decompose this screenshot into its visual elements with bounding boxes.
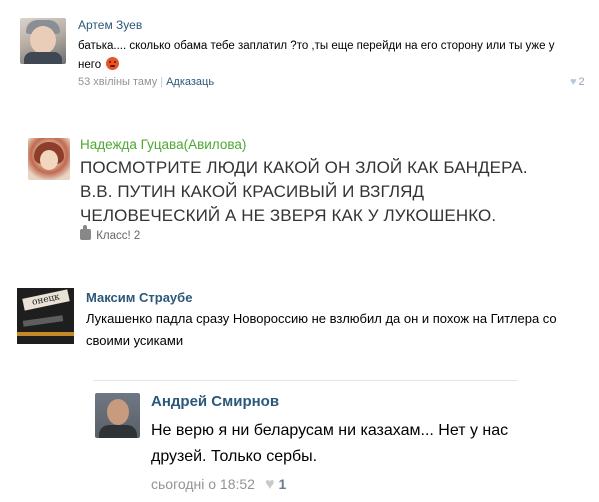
comment-author[interactable]: Артем Зуев xyxy=(78,18,142,32)
class-like-label: Класс! 2 xyxy=(96,230,141,242)
comment-author[interactable]: Надежда Гуцава(Авилова) xyxy=(80,137,246,152)
avatar-body xyxy=(24,52,62,64)
comment-author[interactable]: Максим Страубе xyxy=(86,290,192,305)
comment-time[interactable]: сьогодні о 18:52 xyxy=(151,476,255,492)
comment-meta: 53 хвіліны таму | Адказаць xyxy=(78,76,214,88)
class-like-button[interactable]: Класс! 2 xyxy=(80,225,141,242)
comment-text: батька.... сколько обама тебе заплатил ?… xyxy=(78,37,578,75)
avatar-logo-text: онецк xyxy=(22,289,70,311)
comment-author[interactable]: Андрей Смирнов xyxy=(151,393,279,410)
like-button[interactable]: ♥ 2 xyxy=(570,76,585,88)
comment-text: ПОСМОТРИТЕ ЛЮДИ КАКОЙ ОН ЗЛОЙ КАК БАНДЕР… xyxy=(80,158,528,225)
thumbs-up-icon xyxy=(80,225,91,240)
heart-icon[interactable]: ♥ xyxy=(265,476,275,493)
avatar-andrey[interactable] xyxy=(95,393,140,438)
like-count: 2 xyxy=(578,76,585,88)
heart-icon: ♥ xyxy=(570,76,577,88)
avatar-artem[interactable] xyxy=(20,18,66,64)
divider xyxy=(93,380,518,381)
comment-text: Лукашенко падла сразу Новороссию не взлю… xyxy=(86,311,557,348)
avatar-maksim[interactable]: онецк xyxy=(17,288,74,344)
comment-time[interactable]: 53 хвіліны таму xyxy=(78,76,157,88)
angry-face-icon xyxy=(106,57,120,70)
avatar-face xyxy=(107,399,129,425)
avatar-nadezhda[interactable] xyxy=(28,138,70,180)
reply-link[interactable]: Адказаць xyxy=(166,76,214,88)
rifle-icon xyxy=(22,315,64,327)
comment-text-body: батька.... сколько обама тебе заплатил ?… xyxy=(78,40,555,71)
avatar-face xyxy=(40,150,58,170)
comment-meta: сьогодні о 18:52 ♥ 1 xyxy=(151,476,286,494)
avatar-face xyxy=(30,26,56,54)
comment-text: Не верю я ни беларусам ни казахам... Нет… xyxy=(151,422,509,465)
meta-divider: | xyxy=(160,76,164,88)
ribbon-stripe xyxy=(17,332,74,336)
like-count: 1 xyxy=(278,476,287,492)
avatar-body xyxy=(99,425,137,438)
